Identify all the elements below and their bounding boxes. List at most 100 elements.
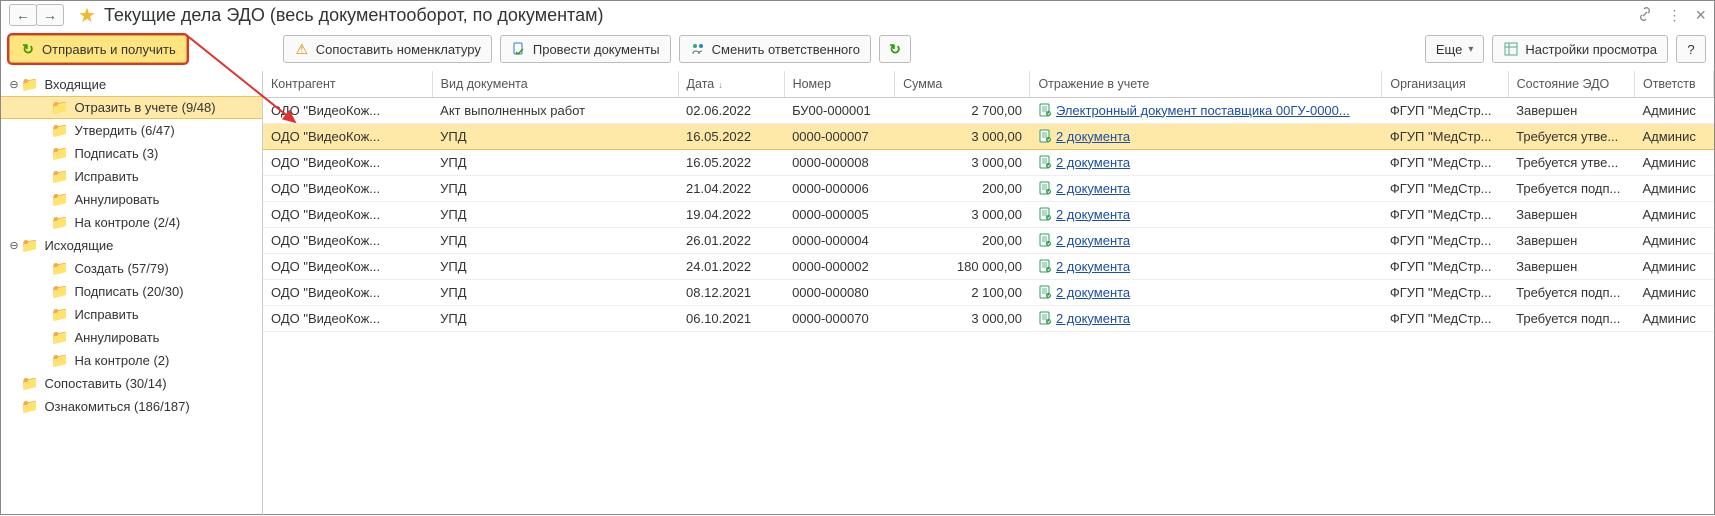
favorite-star-icon[interactable]: ★	[78, 3, 96, 28]
table-row[interactable]: ОДО "ВидеоКож...УПД16.05.20220000-000007…	[263, 123, 1714, 149]
cell-number: 0000-000005	[784, 201, 895, 227]
table-row[interactable]: ОДО "ВидеоКож...УПД16.05.20220000-000008…	[263, 149, 1714, 175]
sidebar-item[interactable]: 📁Создать (57/79)	[1, 257, 262, 280]
accounting-link[interactable]: 2 документа	[1056, 233, 1130, 248]
table-settings-icon	[1503, 41, 1519, 57]
sidebar-item[interactable]: 📁Отразить в учете (9/48)	[1, 96, 262, 119]
cell-edo-state: Завершен	[1508, 253, 1634, 279]
col-edo-state[interactable]: Состояние ЭДО	[1508, 71, 1634, 97]
send-receive-button[interactable]: ↻ Отправить и получить	[9, 35, 187, 63]
document-status-icon	[1038, 181, 1056, 196]
sidebar-item[interactable]: 📁 Аннулировать	[1, 326, 262, 349]
sidebar-item[interactable]: ⊖📁Исходящие	[1, 234, 262, 257]
toolbar: ↻ Отправить и получить ⚠ Сопоставить ном…	[1, 29, 1714, 71]
accounting-link[interactable]: 2 документа	[1056, 181, 1130, 196]
change-responsible-button[interactable]: Сменить ответственного	[679, 35, 871, 63]
table-row[interactable]: ОДО "ВидеоКож...УПД08.12.20210000-000080…	[263, 279, 1714, 305]
col-doc-type[interactable]: Вид документа	[432, 71, 678, 97]
sidebar-tree[interactable]: ⊖📁Входящие📁Отразить в учете (9/48)📁Утвер…	[1, 71, 263, 516]
close-icon[interactable]: ×	[1695, 5, 1706, 26]
cell-doc-type: УПД	[432, 253, 678, 279]
cell-responsible: Админис	[1634, 279, 1713, 305]
help-button[interactable]: ?	[1676, 35, 1706, 63]
document-status-icon	[1038, 103, 1056, 118]
post-documents-button[interactable]: Провести документы	[500, 35, 671, 63]
more-button[interactable]: Еще ▾	[1425, 35, 1484, 63]
refresh-button[interactable]: ↻	[879, 35, 911, 63]
cell-date: 21.04.2022	[678, 175, 784, 201]
col-organization[interactable]: Организация	[1382, 71, 1508, 97]
cell-doc-type: УПД	[432, 123, 678, 149]
post-documents-label: Провести документы	[533, 42, 660, 57]
accounting-link[interactable]: 2 документа	[1056, 311, 1130, 326]
accounting-link[interactable]: Электронный документ поставщика 00ГУ-000…	[1056, 103, 1350, 118]
sidebar-item[interactable]: 📁Исправить	[1, 303, 262, 326]
table-row[interactable]: ОДО "ВидеоКож...УПД19.04.20220000-000005…	[263, 201, 1714, 227]
cell-counterparty: ОДО "ВидеоКож...	[263, 305, 432, 331]
folder-icon: 📁	[21, 237, 38, 254]
cell-doc-type: УПД	[432, 279, 678, 305]
map-nomenclature-button[interactable]: ⚠ Сопоставить номенклатуру	[283, 35, 492, 63]
sidebar-item-label: Входящие	[44, 77, 106, 92]
col-responsible[interactable]: Ответств	[1634, 71, 1713, 97]
cell-date: 16.05.2022	[678, 149, 784, 175]
tree-expander-icon[interactable]: ⊖	[7, 239, 21, 252]
sidebar-item-label: Исправить	[74, 169, 138, 184]
sidebar-item[interactable]: 📁 Исправить	[1, 165, 262, 188]
table-row[interactable]: ОДО "ВидеоКож...УПД06.10.20210000-000070…	[263, 305, 1714, 331]
folder-icon: 📁	[21, 398, 38, 415]
sidebar-item-label: Аннулировать	[74, 330, 159, 345]
col-counterparty[interactable]: Контрагент	[263, 71, 432, 97]
folder-icon: 📁	[21, 76, 38, 93]
refresh-icon: ↻	[887, 41, 903, 57]
sidebar-item-label: Отразить в учете (9/48)	[74, 100, 215, 115]
table-row[interactable]: ОДО "ВидеоКож...УПД21.04.20220000-000006…	[263, 175, 1714, 201]
kebab-icon[interactable]: ⋮	[1667, 7, 1681, 24]
sidebar-item[interactable]: 📁Утвердить (6/47)	[1, 119, 262, 142]
accounting-link[interactable]: 2 документа	[1056, 285, 1130, 300]
sidebar-item[interactable]: 📁Сопоставить (30/14)	[1, 372, 262, 395]
table-row[interactable]: ОДО "ВидеоКож...Акт выполненных работ02.…	[263, 97, 1714, 123]
accounting-link[interactable]: 2 документа	[1056, 259, 1130, 274]
cell-accounting: 2 документа	[1030, 253, 1382, 279]
folder-icon: 📁	[21, 375, 38, 392]
sidebar-item[interactable]: 📁Аннулировать	[1, 188, 262, 211]
cell-date: 02.06.2022	[678, 97, 784, 123]
cell-sum: 2 100,00	[895, 279, 1030, 305]
view-settings-button[interactable]: Настройки просмотра	[1492, 35, 1668, 63]
nav-forward-button[interactable]: →	[36, 4, 64, 26]
sidebar-item[interactable]: ⊖📁 Входящие	[1, 73, 262, 96]
sidebar-item-label: Подписать (3)	[74, 146, 158, 161]
table-row[interactable]: ОДО "ВидеоКож...УПД24.01.20220000-000002…	[263, 253, 1714, 279]
cell-number: 0000-000070	[784, 305, 895, 331]
col-sum[interactable]: Сумма	[895, 71, 1030, 97]
sidebar-item[interactable]: 📁На контроле (2)	[1, 349, 262, 372]
folder-icon: 📁	[51, 329, 68, 346]
documents-table-wrap[interactable]: Контрагент Вид документа Дата↓ Номер Сум…	[263, 71, 1714, 516]
accounting-link[interactable]: 2 документа	[1056, 129, 1130, 144]
cell-counterparty: ОДО "ВидеоКож...	[263, 123, 432, 149]
cell-counterparty: ОДО "ВидеоКож...	[263, 175, 432, 201]
col-number[interactable]: Номер	[784, 71, 895, 97]
folder-icon: 📁	[51, 168, 68, 185]
sidebar-item[interactable]: 📁Подписать (20/30)	[1, 280, 262, 303]
accounting-link[interactable]: 2 документа	[1056, 155, 1130, 170]
accounting-link[interactable]: 2 документа	[1056, 207, 1130, 222]
sidebar-item[interactable]: 📁Ознакомиться (186/187)	[1, 395, 262, 418]
refresh-icon: ↻	[20, 41, 36, 57]
cell-counterparty: ОДО "ВидеоКож...	[263, 97, 432, 123]
folder-icon: 📁	[51, 306, 68, 323]
tree-expander-icon[interactable]: ⊖	[7, 78, 21, 91]
folder-icon: 📁	[51, 260, 68, 277]
sidebar-item[interactable]: 📁На контроле (2/4)	[1, 211, 262, 234]
cell-number: 0000-000002	[784, 253, 895, 279]
cell-edo-state: Требуется подп...	[1508, 305, 1634, 331]
nav-back-button[interactable]: ←	[9, 4, 37, 26]
table-row[interactable]: ОДО "ВидеоКож...УПД26.01.20220000-000004…	[263, 227, 1714, 253]
document-check-icon	[511, 41, 527, 57]
cell-responsible: Админис	[1634, 253, 1713, 279]
col-date[interactable]: Дата↓	[678, 71, 784, 97]
sidebar-item[interactable]: 📁Подписать (3)	[1, 142, 262, 165]
link-icon[interactable]	[1637, 6, 1653, 25]
col-accounting[interactable]: Отражение в учете	[1030, 71, 1382, 97]
